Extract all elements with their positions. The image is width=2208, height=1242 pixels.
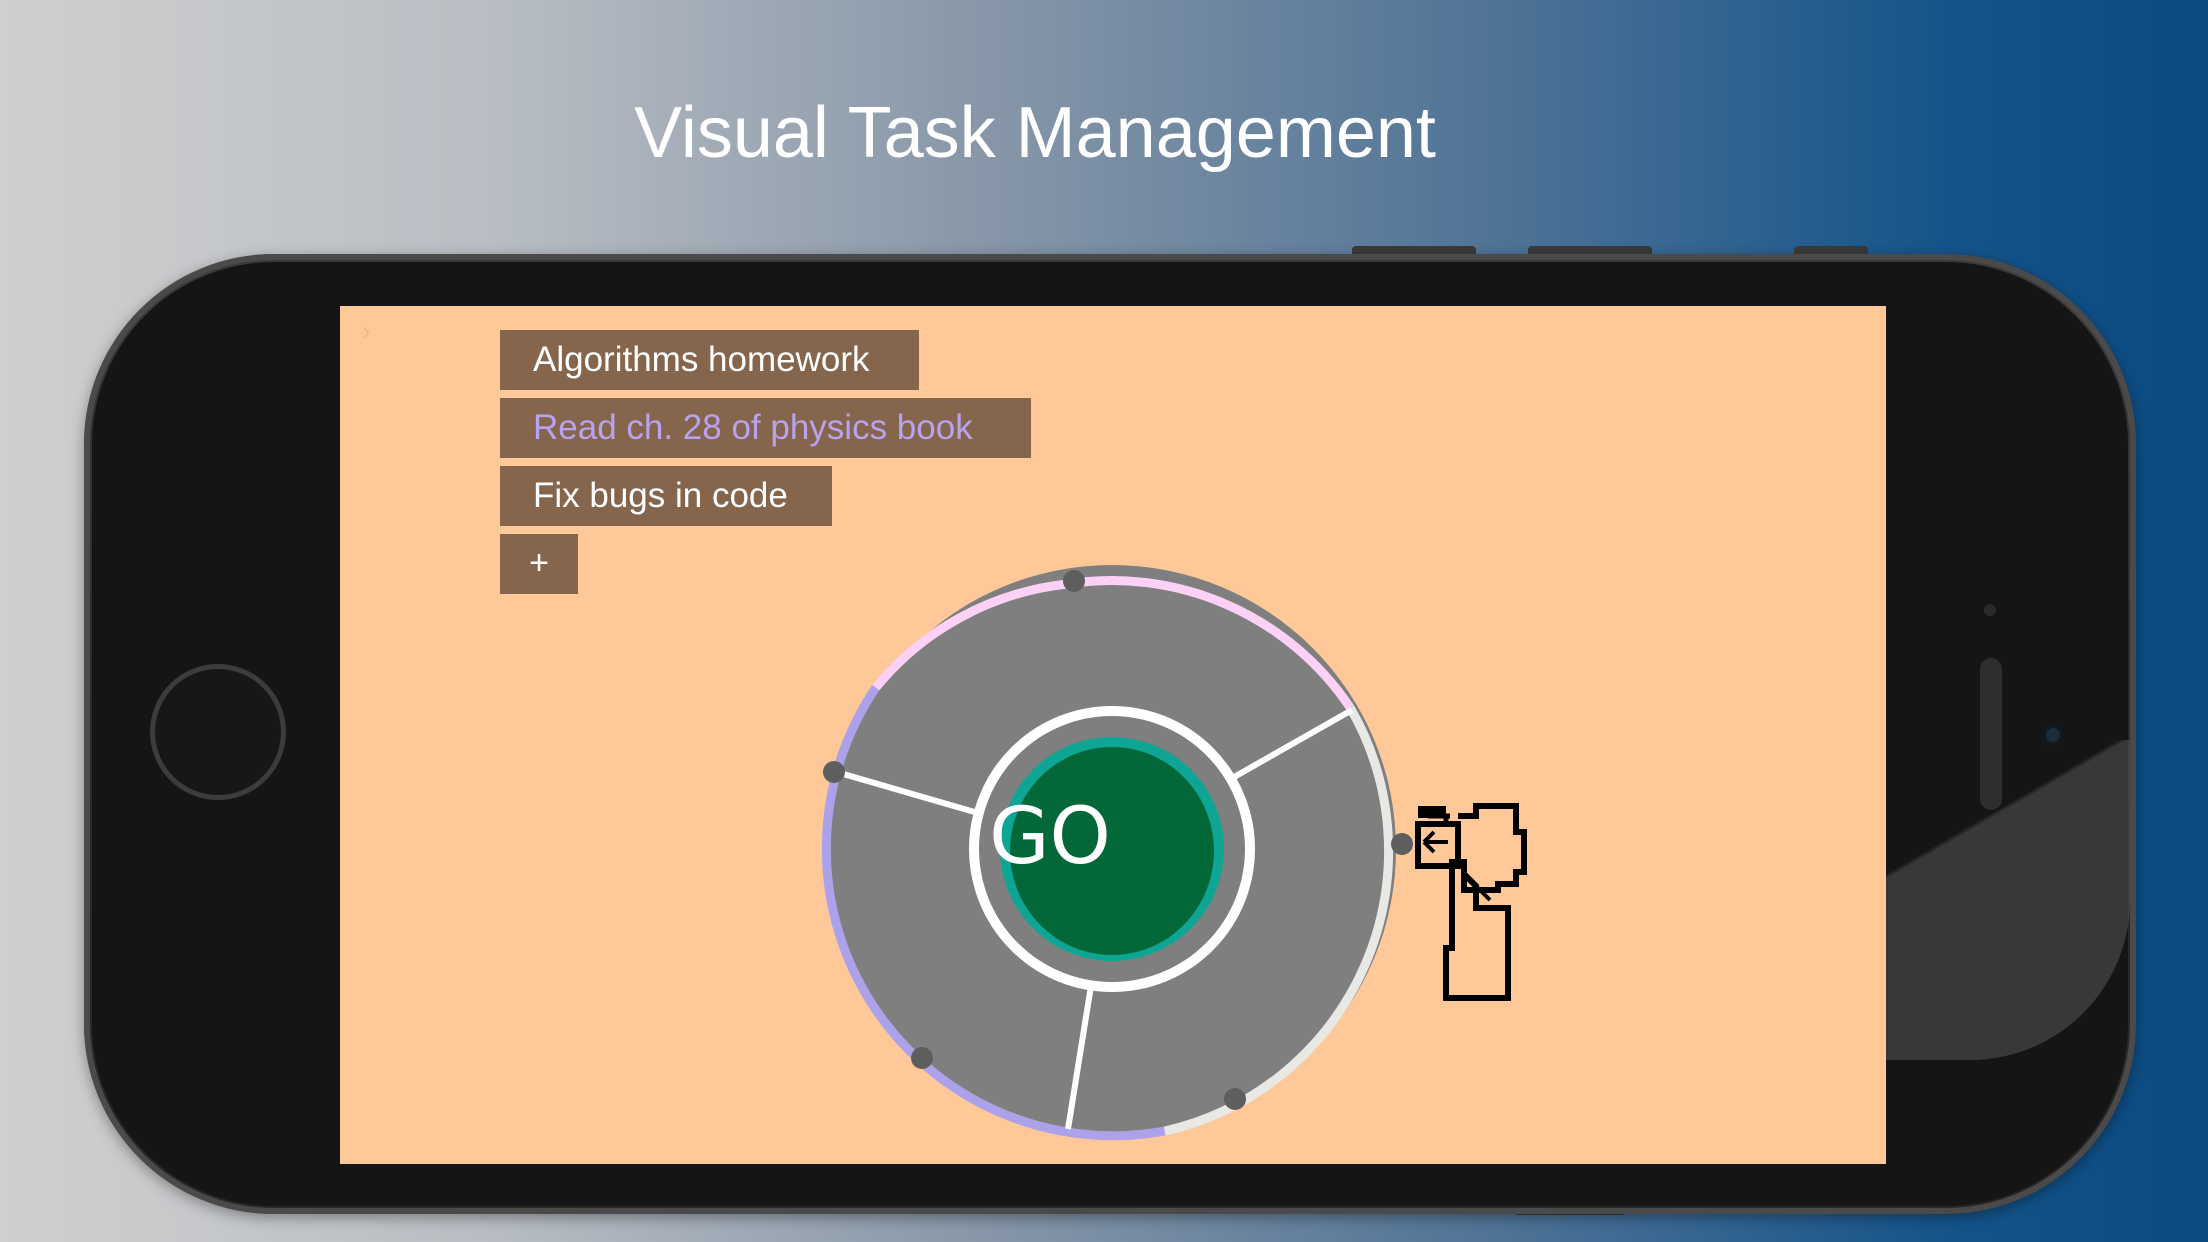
- task-timer-wheel[interactable]: [340, 306, 1886, 1164]
- speaker-grille: [1980, 658, 2002, 810]
- segment-handle[interactable]: [1063, 570, 1085, 592]
- headline: Visual Task Management: [634, 93, 1436, 173]
- segment-handle[interactable]: [1224, 1088, 1246, 1110]
- proximity-sensor: [1984, 604, 1996, 616]
- app-screen: › Algorithms homework Read ch. 28 of phy…: [340, 306, 1886, 1164]
- segment-handle[interactable]: [911, 1047, 933, 1069]
- home-button[interactable]: [150, 664, 286, 800]
- front-camera: [2042, 724, 2064, 746]
- go-button[interactable]: [1010, 747, 1214, 955]
- segment-handle[interactable]: [823, 761, 845, 783]
- pointing-hand-icon[interactable]: [1410, 802, 1550, 1002]
